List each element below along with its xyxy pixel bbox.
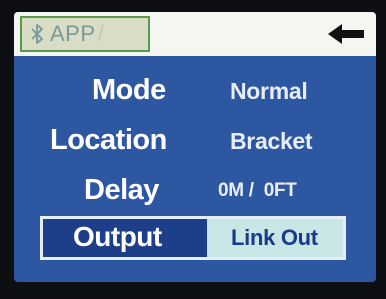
back-button[interactable] <box>324 20 368 48</box>
setting-row-output[interactable]: Output Link Out <box>40 216 346 260</box>
arrow-left-icon <box>328 24 364 44</box>
delay-label: Delay <box>84 174 159 206</box>
setting-row-location[interactable]: Location Bracket <box>14 120 376 164</box>
mode-value: Normal <box>230 78 308 104</box>
app-label-suffix: / <box>97 21 105 46</box>
mode-label: Mode <box>92 74 166 106</box>
setting-row-mode[interactable]: Mode Normal <box>14 70 376 114</box>
app-tab[interactable]: APP / <box>20 16 150 52</box>
output-value: Link Out <box>231 225 318 250</box>
bluetooth-icon <box>26 20 48 48</box>
location-label: Location <box>50 124 167 156</box>
status-bar: APP / <box>14 12 376 56</box>
delay-value: 0M / 0FT <box>218 180 297 201</box>
lcd-screen: APP / Mode Normal Location Bracket Delay… <box>14 12 376 282</box>
setting-row-delay[interactable]: Delay 0M / 0FT <box>14 170 376 214</box>
app-label: APP <box>50 21 96 46</box>
output-label: Output <box>73 221 162 252</box>
location-value: Bracket <box>230 128 313 154</box>
